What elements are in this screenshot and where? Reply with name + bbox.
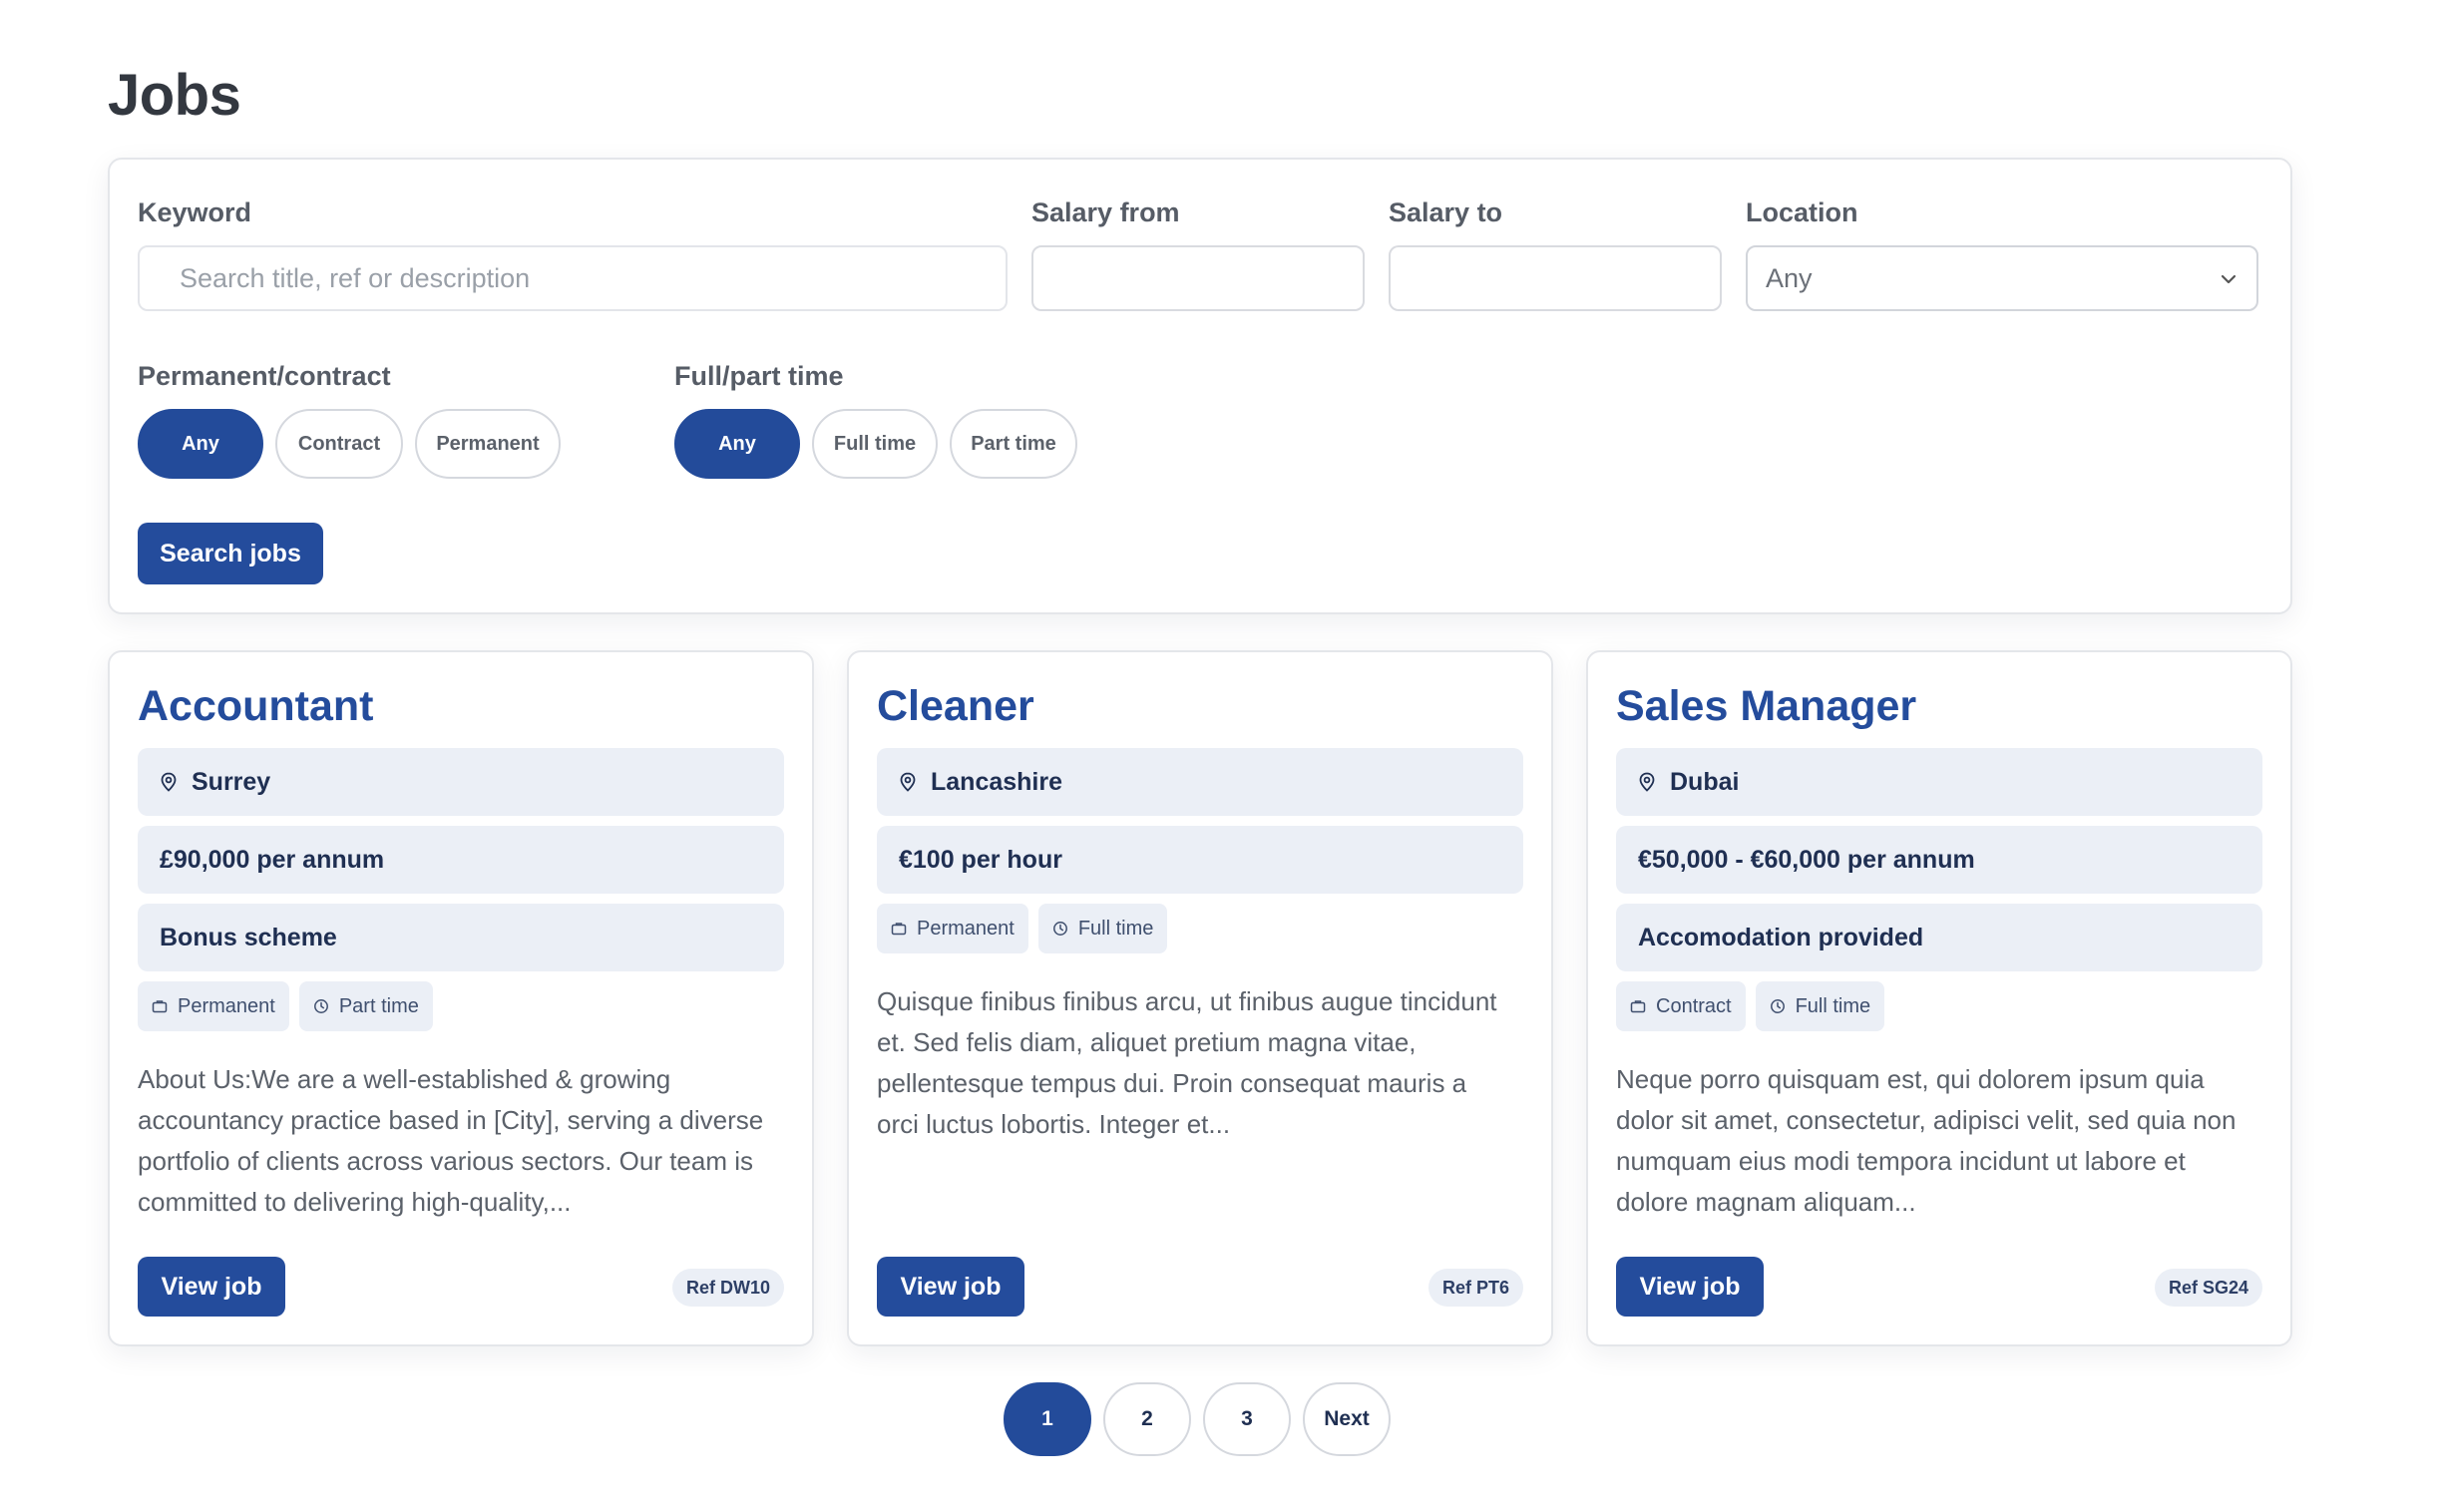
job-description: Neque porro quisquam est, qui dolorem ip…	[1616, 1064, 2237, 1217]
salary-to-input[interactable]	[1389, 245, 1722, 311]
keyword-input[interactable]	[138, 245, 1008, 311]
job-contract-text: Contract	[1656, 994, 1732, 1017]
page-button-2[interactable]: 2	[1103, 1382, 1191, 1456]
job-contract-text: Permanent	[917, 917, 1015, 940]
view-job-button[interactable]: View job	[1616, 1257, 1764, 1317]
job-location: Lancashire	[877, 748, 1523, 816]
job-benefit: Accomodation provided	[1616, 904, 2262, 971]
job-contract-tag: Permanent	[138, 981, 289, 1031]
next-page-button[interactable]: Next	[1303, 1382, 1391, 1456]
keyword-label: Keyword	[138, 197, 252, 227]
clock-icon	[1052, 922, 1067, 936]
job-hours-tag: Full time	[1755, 981, 1885, 1031]
page-title: Jobs	[108, 63, 241, 128]
chevron-down-icon	[2221, 274, 2237, 284]
location-select[interactable]: Any	[1746, 245, 2258, 311]
job-card: Accountant Surrey £90,000 per annum Bonu…	[108, 650, 814, 1346]
job-location-text: Dubai	[1670, 767, 1740, 796]
job-benefit: Bonus scheme	[138, 904, 784, 971]
job-card: Sales Manager Dubai €50,000 - €60,000 pe…	[1586, 650, 2292, 1346]
job-salary: £90,000 per annum	[138, 826, 784, 894]
job-hours-tag: Part time	[298, 981, 433, 1031]
job-hours-text: Full time	[1077, 917, 1154, 940]
job-location: Dubai	[1616, 748, 2262, 816]
location-selected-value: Any	[1766, 262, 1813, 293]
page-button-3[interactable]: 3	[1203, 1382, 1291, 1456]
hours-pill-part-time[interactable]: Part time	[950, 409, 1077, 479]
briefcase-icon	[1630, 1000, 1646, 1013]
job-contract-text: Permanent	[178, 994, 275, 1017]
location-label: Location	[1746, 197, 1858, 227]
hours-label: Full/part time	[674, 361, 844, 391]
job-card: Cleaner Lancashire €100 per hour Permane…	[847, 650, 1553, 1346]
view-job-button[interactable]: View job	[877, 1257, 1024, 1317]
hours-pill-any[interactable]: Any	[674, 409, 800, 479]
search-jobs-button[interactable]: Search jobs	[138, 523, 323, 584]
job-title[interactable]: Accountant	[138, 682, 374, 731]
job-location-text: Surrey	[192, 767, 271, 796]
pagination: 1 2 3 Next	[1004, 1382, 1391, 1456]
job-title[interactable]: Sales Manager	[1616, 682, 1916, 731]
job-contract-tag: Contract	[1616, 981, 1746, 1031]
job-hours-tag: Full time	[1037, 904, 1168, 953]
page-button-1[interactable]: 1	[1004, 1382, 1091, 1456]
contract-type-label: Permanent/contract	[138, 361, 391, 391]
location-pin-icon	[900, 772, 916, 792]
briefcase-icon	[152, 1000, 168, 1013]
hours-pills: Any Full time Part time	[674, 409, 1077, 479]
salary-from-input[interactable]	[1031, 245, 1365, 311]
location-pin-icon	[161, 772, 177, 792]
clock-icon	[1770, 999, 1785, 1013]
contract-pill-any[interactable]: Any	[138, 409, 263, 479]
salary-from-label: Salary from	[1031, 197, 1180, 227]
location-pin-icon	[1639, 772, 1655, 792]
clock-icon	[313, 999, 328, 1013]
job-ref-badge: Ref SG24	[2154, 1269, 2262, 1307]
job-ref-badge: Ref PT6	[1427, 1269, 1523, 1307]
job-description: Quisque finibus finibus arcu, ut finibus…	[877, 986, 1497, 1139]
job-description: About Us:We are a well-established & gro…	[138, 1064, 764, 1217]
briefcase-icon	[891, 923, 907, 936]
job-title[interactable]: Cleaner	[877, 682, 1034, 731]
contract-type-pills: Any Contract Permanent	[138, 409, 561, 479]
job-hours-text: Full time	[1795, 994, 1871, 1017]
filter-panel: Keyword Salary from Salary to Location A…	[108, 158, 2292, 614]
view-job-button[interactable]: View job	[138, 1257, 285, 1317]
job-location: Surrey	[138, 748, 784, 816]
job-contract-tag: Permanent	[877, 904, 1028, 953]
job-location-text: Lancashire	[931, 767, 1063, 796]
hours-pill-full-time[interactable]: Full time	[812, 409, 938, 479]
salary-to-label: Salary to	[1389, 197, 1503, 227]
job-salary: €100 per hour	[877, 826, 1523, 894]
contract-pill-contract[interactable]: Contract	[275, 409, 403, 479]
job-hours-text: Part time	[338, 994, 419, 1017]
job-salary: €50,000 - €60,000 per annum	[1616, 826, 2262, 894]
contract-pill-permanent[interactable]: Permanent	[415, 409, 561, 479]
job-ref-badge: Ref DW10	[671, 1269, 784, 1307]
